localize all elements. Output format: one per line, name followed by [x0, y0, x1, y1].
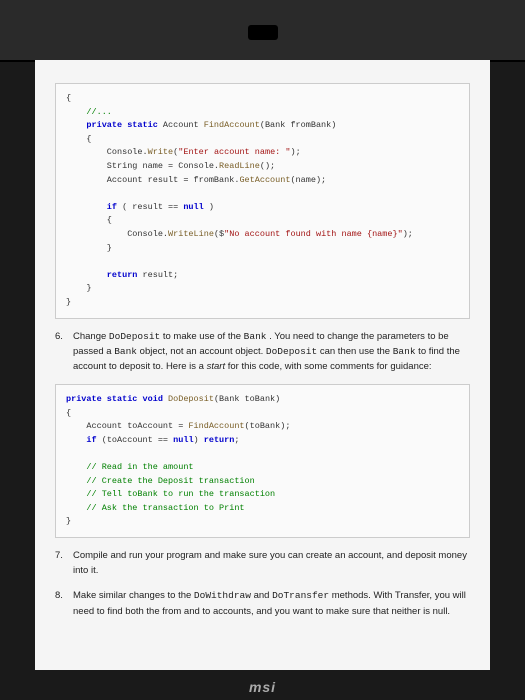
instruction-text: Make similar changes to the DoWithdraw a…	[73, 588, 470, 618]
code-method: Write	[148, 147, 174, 157]
code-comment: // Read in the amount	[66, 462, 194, 472]
code-text: Account result = fromBank.	[66, 175, 239, 185]
text: Make similar changes to the	[73, 590, 194, 601]
text: for this code, with some comments for gu…	[225, 361, 431, 372]
code-block-1: { //... private static Account FindAccou…	[55, 83, 470, 319]
code-comment: // Ask the transaction to Print	[66, 503, 245, 513]
text: to make use of the	[160, 331, 243, 342]
code-keyword: return	[204, 435, 235, 445]
document-screen: { //... private static Account FindAccou…	[35, 60, 490, 670]
code-method: WriteLine	[168, 229, 214, 239]
code-text: {	[66, 134, 92, 144]
code-string: "No account found with name {name}"	[224, 229, 403, 239]
laptop-bezel	[0, 0, 525, 62]
text: Change	[73, 331, 109, 342]
code-keyword: null	[183, 202, 209, 212]
text: object, not an account object.	[137, 346, 266, 357]
code-text: Account	[163, 120, 204, 130]
code-keyword: return	[66, 270, 143, 280]
instruction-text: Compile and run your program and make su…	[73, 548, 470, 578]
code-keyword: private static void	[66, 394, 168, 404]
code-text: ;	[234, 435, 239, 445]
code-keyword: null	[173, 435, 193, 445]
camera-icon	[248, 25, 278, 40]
code-text: )	[194, 435, 204, 445]
text: can then use the	[317, 346, 393, 357]
item-number: 8.	[55, 588, 67, 618]
code-keyword: private static	[66, 120, 163, 130]
code-text: (toAccount ==	[102, 435, 173, 445]
instruction-6: 6. Change DoDeposit to make use of the B…	[55, 329, 470, 375]
code-text: }	[66, 297, 71, 307]
code-text: String name = Console.	[66, 161, 219, 171]
code-ref: DoDeposit	[109, 331, 160, 342]
code-text: }	[66, 516, 71, 526]
laptop-bottom-bezel: msi	[0, 670, 525, 700]
code-comment: // Tell toBank to run the transaction	[66, 489, 275, 499]
code-ref: DoTransfer	[272, 590, 329, 601]
code-text: (toBank);	[245, 421, 291, 431]
code-text: Console.	[66, 147, 148, 157]
code-text: Console.	[66, 229, 168, 239]
code-text: Account toAccount =	[66, 421, 188, 431]
code-ref: DoWithdraw	[194, 590, 251, 601]
code-string: "Enter account name: "	[178, 147, 290, 157]
instruction-8: 8. Make similar changes to the DoWithdra…	[55, 588, 470, 618]
code-text: {	[66, 93, 71, 103]
code-block-2: private static void DoDeposit(Bank toBan…	[55, 384, 470, 538]
item-number: 6.	[55, 329, 67, 375]
code-method: DoDeposit	[168, 394, 214, 404]
italic-text: start	[207, 361, 225, 372]
code-text: (Bank toBank)	[214, 394, 280, 404]
text: and	[251, 590, 272, 601]
code-text: ( result ==	[122, 202, 183, 212]
code-text: }	[66, 243, 112, 253]
code-method: FindAccount	[188, 421, 244, 431]
instruction-text: Change DoDeposit to make use of the Bank…	[73, 329, 470, 375]
code-text: ();	[260, 161, 275, 171]
code-comment: // Create the Deposit transaction	[66, 476, 255, 486]
code-text: result;	[143, 270, 179, 280]
item-number: 7.	[55, 548, 67, 578]
code-text: );	[290, 147, 300, 157]
code-text: {	[66, 408, 71, 418]
code-ref: Bank	[244, 331, 267, 342]
code-method: ReadLine	[219, 161, 260, 171]
code-ref: Bank	[393, 346, 416, 357]
instruction-7: 7. Compile and run your program and make…	[55, 548, 470, 578]
code-keyword: if	[66, 435, 102, 445]
brand-logo: msi	[249, 679, 276, 695]
code-ref: DoDeposit	[266, 346, 317, 357]
code-text: (name);	[290, 175, 326, 185]
code-method: FindAccount	[204, 120, 260, 130]
code-text: );	[403, 229, 413, 239]
code-text: {	[66, 215, 112, 225]
code-text: (Bank fromBank)	[260, 120, 337, 130]
code-method: GetAccount	[239, 175, 290, 185]
code-keyword: if	[66, 202, 122, 212]
code-text: )	[209, 202, 214, 212]
code-text: ($	[214, 229, 224, 239]
code-text: }	[66, 283, 92, 293]
code-comment: //...	[66, 107, 112, 117]
code-ref: Bank	[114, 346, 137, 357]
